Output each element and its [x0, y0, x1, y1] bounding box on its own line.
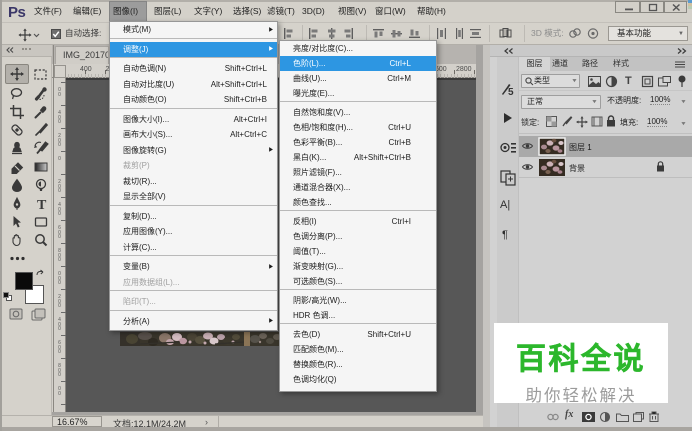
svg-text:T: T	[37, 198, 47, 213]
svg-text:5: 5	[508, 87, 514, 98]
